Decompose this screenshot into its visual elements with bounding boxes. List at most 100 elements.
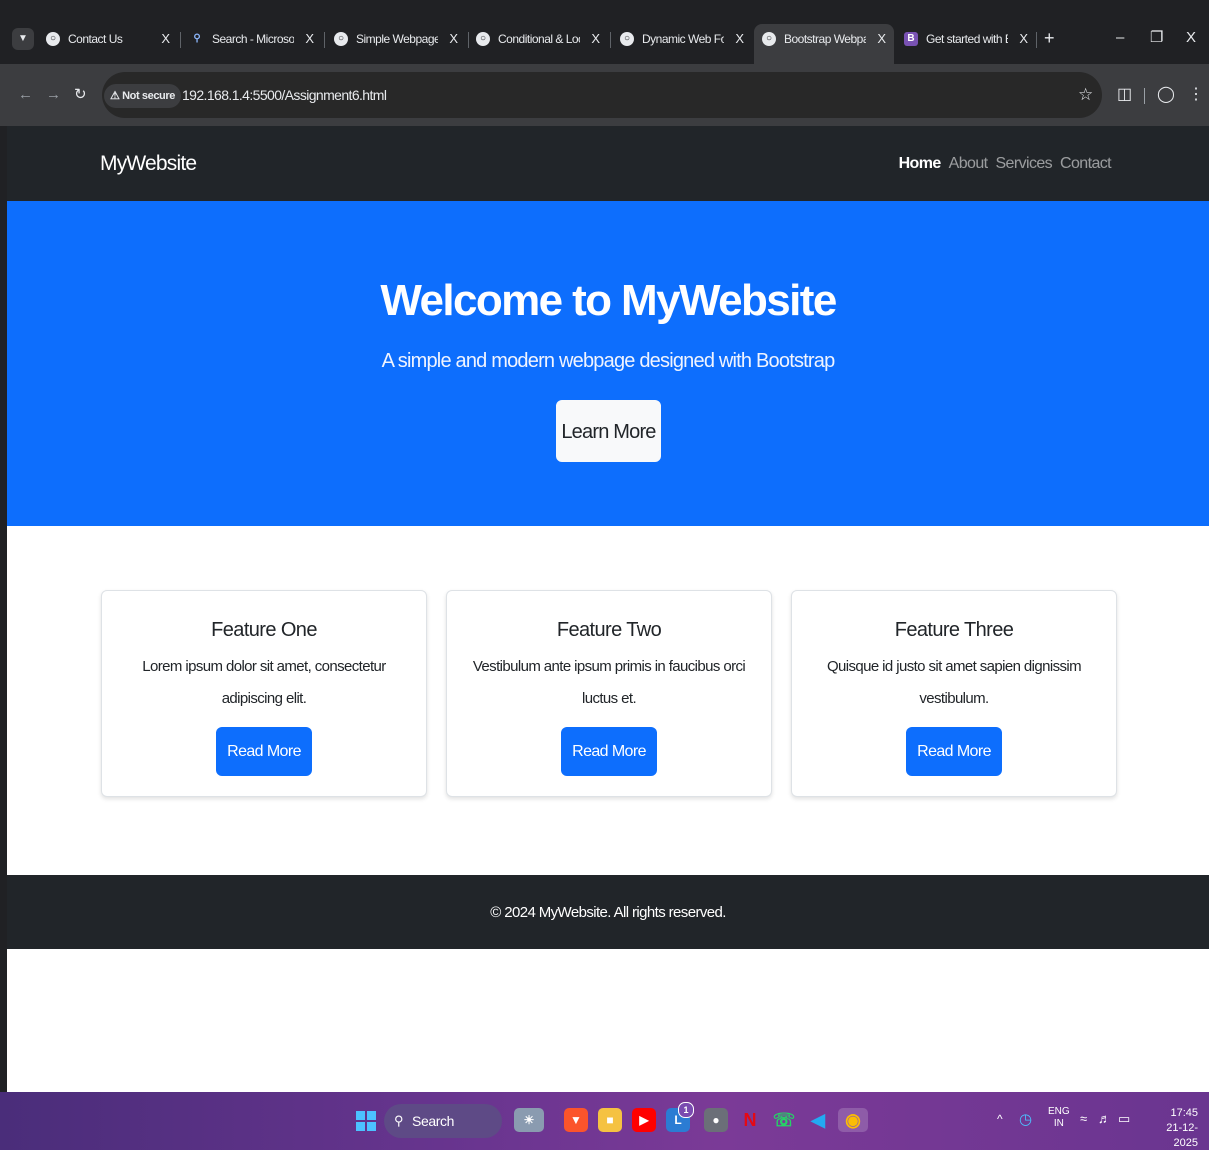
chevron-up-icon[interactable]: ^	[997, 1112, 1003, 1126]
globe-icon: ○	[46, 32, 60, 46]
window-close-icon[interactable]: X	[1186, 28, 1196, 48]
language-code: ENG	[1048, 1106, 1070, 1117]
nav-link-about[interactable]: About	[949, 155, 988, 172]
profile-icon[interactable]: ◯	[1157, 86, 1175, 104]
site-brand[interactable]: MyWebsite	[100, 126, 197, 201]
read-more-button[interactable]: Read More	[906, 727, 1002, 776]
tab-label: Search - Microsoft Bi	[212, 32, 294, 46]
tab-contact-us[interactable]: ○ Contact Us X	[38, 24, 178, 56]
reload-icon[interactable]: ↻	[74, 86, 87, 104]
app-with-badge-icon[interactable]: L1	[666, 1102, 694, 1132]
close-icon[interactable]: X	[161, 24, 170, 54]
file-explorer-icon[interactable]: ■	[598, 1108, 622, 1132]
clock-time: 17:45	[1170, 1107, 1198, 1119]
tab-divider	[1036, 32, 1037, 48]
read-more-button[interactable]: Read More	[561, 727, 657, 776]
hero-section: Welcome to MyWebsite A simple and modern…	[7, 201, 1209, 526]
language-indicator[interactable]: ENG IN	[1048, 1106, 1070, 1130]
back-arrow-icon[interactable]: ←	[18, 86, 33, 104]
hero-subtitle: A simple and modern webpage designed wit…	[381, 350, 836, 372]
restore-icon[interactable]: ❐	[1150, 28, 1163, 48]
site-footer: © 2024 MyWebsite. All rights reserved.	[7, 875, 1209, 949]
bookmark-star-icon[interactable]: ☆	[1078, 72, 1093, 118]
toolbar-divider	[1144, 88, 1145, 104]
tab-label: Contact Us	[68, 32, 123, 46]
read-more-button[interactable]: Read More	[216, 727, 312, 776]
nav-link-services[interactable]: Services	[995, 155, 1052, 172]
search-icon: ⚲	[193, 33, 201, 44]
globe-icon: ○	[476, 32, 490, 46]
volume-icon[interactable]: ♬	[1098, 1111, 1111, 1126]
vscode-icon[interactable]: ◀	[806, 1108, 830, 1132]
close-icon[interactable]: X	[449, 24, 458, 54]
nav-link-home[interactable]: Home	[899, 155, 942, 172]
browser-toolbar: ← → ↻ ⚠ Not secure 192.168.1.4:5500/Assi…	[0, 64, 1209, 126]
minimize-icon[interactable]: –	[1116, 28, 1124, 48]
search-icon: ⚲	[394, 1113, 404, 1128]
tab-get-started-bootstrap[interactable]: B Get started with Boo X	[896, 24, 1036, 56]
tab-divider	[324, 32, 325, 48]
tab-strip: ▼ ○ Contact Us X ⚲ Search - Microsoft Bi…	[0, 0, 1209, 64]
feature-card-two: Feature Two Vestibulum ante ipsum primis…	[446, 590, 772, 797]
windows-start-icon[interactable]	[356, 1111, 376, 1131]
address-bar[interactable]: ⚠ Not secure 192.168.1.4:5500/Assignment…	[102, 72, 1102, 118]
feature-card-three: Feature Three Quisque id justo sit amet …	[791, 590, 1117, 797]
tab-label: Dynamic Web Form	[642, 32, 724, 46]
security-chip[interactable]: ⚠ Not secure	[104, 84, 181, 108]
nav-link-contact[interactable]: Contact	[1060, 155, 1112, 172]
clock[interactable]: 17:45 21-12-2025	[1142, 1106, 1198, 1151]
globe-icon: ○	[620, 32, 634, 46]
tab-search-microsoft-bing[interactable]: ⚲ Search - Microsoft Bi X	[182, 24, 322, 56]
bootstrap-icon: B	[904, 32, 918, 46]
learn-more-button[interactable]: Learn More	[556, 400, 661, 462]
footer-text: © 2024 MyWebsite. All rights reserved.	[490, 904, 726, 921]
wifi-icon[interactable]: ≈	[1080, 1111, 1087, 1126]
card-text: Vestibulum ante ipsum primis in faucibus…	[472, 658, 746, 707]
tab-label: Get started with Boo	[926, 32, 1008, 46]
card-title: Feature Two	[556, 619, 662, 641]
feature-card-one: Feature One Lorem ipsum dolor sit amet, …	[101, 590, 427, 797]
tab-dynamic-web-form[interactable]: ○ Dynamic Web Form X	[612, 24, 752, 56]
tab-bootstrap-webpage[interactable]: ○ Bootstrap Webpage X	[754, 24, 894, 64]
site-navbar: MyWebsite Home About Services Contact	[7, 126, 1209, 201]
nav-links: Home About Services Contact	[891, 126, 1112, 201]
region-code: IN	[1053, 1118, 1064, 1129]
chrome-icon[interactable]: ◉	[838, 1108, 868, 1132]
tab-label: Conditional & Loopi	[498, 32, 580, 46]
card-text: Quisque id justo sit amet sapien digniss…	[826, 658, 1082, 707]
clock-app-icon[interactable]: ◷	[1019, 1110, 1032, 1128]
security-label: Not secure	[122, 90, 175, 102]
hero-title: Welcome to MyWebsite	[380, 276, 837, 325]
brave-browser-icon[interactable]: ▼	[564, 1108, 588, 1132]
app-icon[interactable]: ●	[704, 1108, 728, 1132]
globe-icon: ○	[334, 32, 348, 46]
clock-date: 21-12-2025	[1166, 1122, 1198, 1149]
whatsapp-icon[interactable]: ☏	[772, 1108, 796, 1132]
youtube-icon[interactable]: ▶	[632, 1108, 656, 1132]
taskbar-search-label: Search	[412, 1113, 454, 1129]
battery-icon[interactable]: ▭	[1118, 1111, 1130, 1127]
card-title: Feature One	[211, 619, 317, 641]
forward-arrow-icon[interactable]: →	[46, 86, 61, 104]
tab-conditional-looping[interactable]: ○ Conditional & Loopi X	[468, 24, 608, 56]
netflix-icon[interactable]: N	[738, 1108, 762, 1132]
taskbar-search[interactable]: ⚲ Search	[384, 1104, 502, 1138]
tab-search-menu-icon[interactable]: ▼	[12, 28, 34, 50]
tab-simple-webpage[interactable]: ○ Simple Webpage Des X	[326, 24, 466, 56]
url-text[interactable]: 192.168.1.4:5500/Assignment6.html	[182, 72, 387, 118]
close-icon[interactable]: X	[591, 24, 600, 54]
close-icon[interactable]: X	[735, 24, 744, 54]
close-icon[interactable]: X	[1019, 24, 1028, 54]
tab-divider	[610, 32, 611, 48]
extensions-icon[interactable]: ◫	[1117, 86, 1132, 104]
notification-badge: 1	[678, 1102, 694, 1118]
card-text: Lorem ipsum dolor sit amet, consectetur …	[142, 658, 386, 707]
widgets-icon[interactable]: ☀	[514, 1108, 544, 1132]
close-icon[interactable]: X	[305, 24, 314, 54]
close-icon[interactable]: X	[877, 24, 886, 54]
globe-icon: ○	[762, 32, 776, 46]
card-title: Feature Three	[894, 619, 1014, 641]
kebab-menu-icon[interactable]: ⋮	[1188, 86, 1204, 104]
tab-divider	[180, 32, 181, 48]
new-tab-button[interactable]: +	[1044, 28, 1055, 48]
